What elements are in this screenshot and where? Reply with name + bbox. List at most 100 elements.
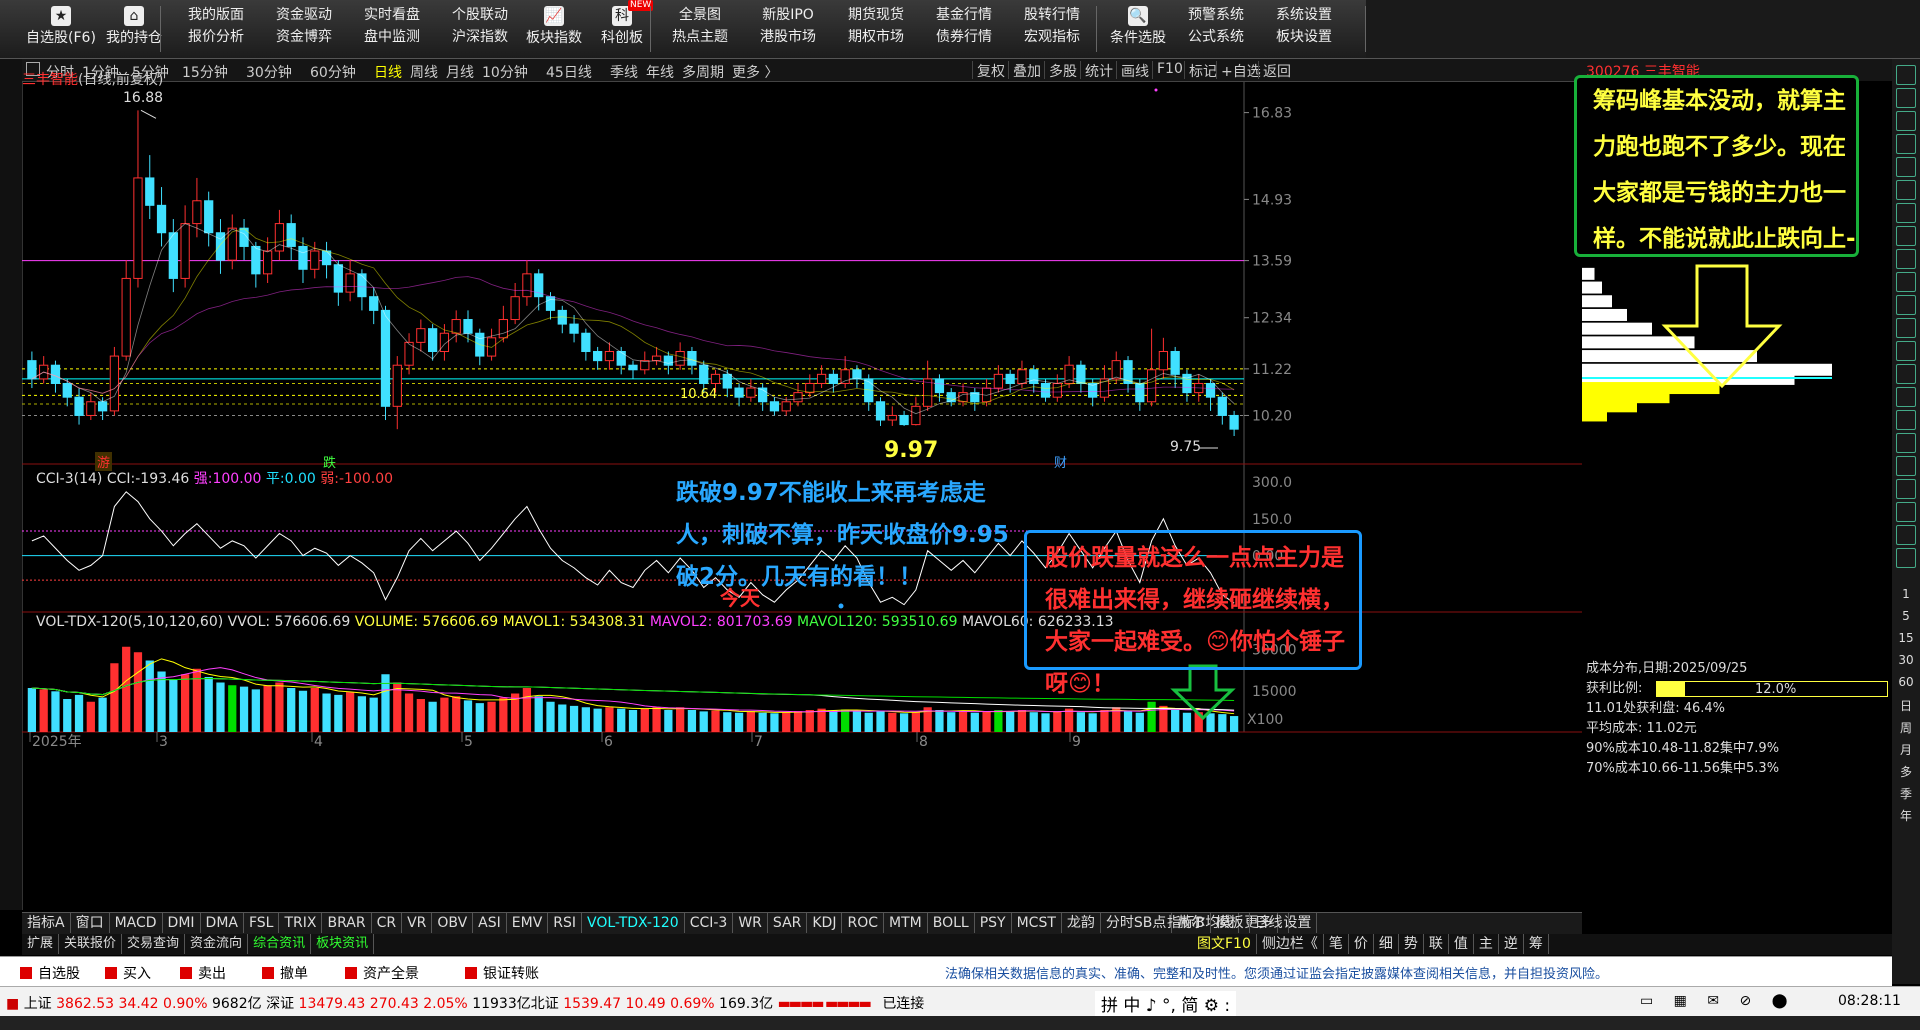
right-tool-8[interactable]: 返回 [1258,61,1295,80]
indicator-tab-0[interactable]: 指标A [22,913,71,933]
period-4[interactable]: 30分钟 [246,62,292,82]
sidebar-tool-icon-5[interactable] [1896,180,1916,200]
sidebar-tool-icon-10[interactable] [1896,295,1916,315]
toolbar-btn-12[interactable]: 股转行情 宏观指标 [1006,4,1098,54]
ext-right-tab-9[interactable]: 逆 [1499,934,1524,954]
ext-right-tab-6[interactable]: 联 [1424,934,1449,954]
indicator-right-tab-2[interactable]: 日线 [1250,913,1289,933]
toolbar-btn-9[interactable]: 新股IPO 港股市场 [742,4,834,54]
right-tool-3[interactable]: 统计 [1080,61,1117,80]
sidebar-tool-icon-6[interactable] [1896,203,1916,223]
sidebar-tool-icon-0[interactable] [1896,65,1916,85]
period-9[interactable]: 10分钟 [482,62,528,82]
ext-tab-3[interactable]: 资金流向 [185,934,249,954]
sidebar-tool-icon-1[interactable] [1896,88,1916,108]
toolbar-btn-15[interactable]: 系统设置 板块设置 [1258,4,1350,54]
period-11[interactable]: 季线 [610,62,638,82]
sidebar-period-8[interactable]: 多 [1894,763,1918,780]
period-7[interactable]: 周线 [410,62,438,82]
sidebar-period-5[interactable]: 日 [1894,697,1918,714]
sidebar-tool-icon-2[interactable] [1896,111,1916,131]
indicator-tab-22[interactable]: PSY [975,913,1012,933]
toolbar-btn-2[interactable]: 我的版面 报价分析 [170,4,262,54]
sidebar-period-0[interactable]: 1 [1894,587,1918,601]
right-tool-2[interactable]: 多股 [1044,61,1081,80]
sidebar-tool-icon-9[interactable] [1896,272,1916,292]
indicator-tab-6[interactable]: TRIX [279,913,323,933]
indicator-tab-13[interactable]: RSI [548,913,583,933]
sidebar-tool-icon-3[interactable] [1896,134,1916,154]
period-10[interactable]: 45日线 [546,62,592,82]
ext-tab-0[interactable]: 扩展 [22,934,60,954]
sidebar-tool-icon-15[interactable] [1896,410,1916,430]
sidebar-period-7[interactable]: 月 [1894,741,1918,758]
right-tool-1[interactable]: 叠加 [1008,61,1045,80]
ext-right-tab-0[interactable]: 图文F10 [1192,934,1257,954]
sidebar-period-4[interactable]: 60 [1894,675,1918,689]
toolbar-btn-11[interactable]: 基金行情 债券行情 [918,4,1010,54]
indicator-tab-11[interactable]: ASI [473,913,507,933]
sidebar-period-2[interactable]: 15 [1894,631,1918,645]
indicator-right-tab-1[interactable]: 模板 [1211,913,1250,933]
ext-tab-2[interactable]: 交易查询 [122,934,186,954]
sidebar-period-9[interactable]: 季 [1894,785,1918,802]
sidebar-tool-icon-7[interactable] [1896,226,1916,246]
period-8[interactable]: 月线 [446,62,474,82]
sidebar-tool-icon-16[interactable] [1896,433,1916,453]
indicator-tab-15[interactable]: CCI-3 [685,913,734,933]
indicator-tab-19[interactable]: ROC [842,913,884,933]
indicator-tab-21[interactable]: BOLL [928,913,975,933]
indicator-tab-7[interactable]: BRAR [322,913,372,933]
indicator-tab-18[interactable]: KDJ [807,913,843,933]
ext-right-tab-4[interactable]: 细 [1374,934,1399,954]
sidebar-tool-icon-13[interactable] [1896,364,1916,384]
ext-right-tab-1[interactable]: 侧边栏《 [1257,934,1324,954]
indicator-tab-2[interactable]: MACD [110,913,163,933]
sidebar-tool-icon-19[interactable] [1896,502,1916,522]
sidebar-tool-icon-17[interactable] [1896,456,1916,476]
sidebar-tool-icon-21[interactable] [1896,548,1916,568]
ext-right-tab-8[interactable]: 主 [1474,934,1499,954]
sidebar-period-6[interactable]: 周 [1894,719,1918,736]
period-12[interactable]: 年线 [646,62,674,82]
ime-toolbar[interactable]: 拼 中 ♪ °, 简 ⚙ : [1095,991,1237,1016]
indicator-tab-4[interactable]: DMA [201,913,244,933]
sidebar-tool-icon-8[interactable] [1896,249,1916,269]
sidebar-tool-icon-18[interactable] [1896,479,1916,499]
ext-right-tab-2[interactable]: 笔 [1324,934,1349,954]
toolbar-btn-10[interactable]: 期货现货 期权市场 [830,4,922,54]
trade-btn-4[interactable]: 资产全景 [345,963,419,983]
sidebar-period-3[interactable]: 30 [1894,653,1918,667]
indicator-tab-9[interactable]: VR [402,913,433,933]
indicator-tab-14[interactable]: VOL-TDX-120 [582,913,685,933]
sidebar-tool-icon-14[interactable] [1896,387,1916,407]
trade-btn-3[interactable]: 撤单 [262,963,308,983]
toolbar-btn-1[interactable]: ⌂ 我的持仓 [88,4,180,54]
indicator-tab-1[interactable]: 窗口 [71,913,110,933]
sidebar-tool-icon-20[interactable] [1896,525,1916,545]
trade-btn-2[interactable]: 卖出 [180,963,226,983]
indicator-tab-16[interactable]: WR [733,913,768,933]
ext-tab-5[interactable]: 板块资讯 [311,934,375,954]
trade-btn-5[interactable]: 银证转账 [465,963,539,983]
ext-right-tab-10[interactable]: 筹 [1524,934,1549,954]
toolbar-btn-14[interactable]: 预警系统 公式系统 [1170,4,1262,54]
indicator-tab-24[interactable]: 龙韵 [1062,913,1101,933]
sidebar-period-10[interactable]: 年 [1894,807,1918,824]
indicator-tab-23[interactable]: MCST [1012,913,1062,933]
period-13[interactable]: 多周期 [682,62,724,82]
ext-right-tab-7[interactable]: 值 [1449,934,1474,954]
ext-tab-1[interactable]: 关联报价 [59,934,123,954]
indicator-tab-17[interactable]: SAR [768,913,808,933]
indicator-tab-5[interactable]: FSL [244,913,280,933]
period-6[interactable]: 日线 [374,62,402,82]
toolbar-btn-3[interactable]: 资金驱动 资金博弈 [258,4,350,54]
right-tool-5[interactable]: F10 [1152,61,1187,79]
sidebar-tool-icon-4[interactable] [1896,157,1916,177]
right-tool-4[interactable]: 画线 [1116,61,1153,80]
toolbar-btn-8[interactable]: 全景图 热点主题 [654,4,746,54]
sidebar-tool-icon-12[interactable] [1896,341,1916,361]
indicator-tab-10[interactable]: OBV [432,913,474,933]
period-5[interactable]: 60分钟 [310,62,356,82]
sidebar-period-1[interactable]: 5 [1894,609,1918,623]
